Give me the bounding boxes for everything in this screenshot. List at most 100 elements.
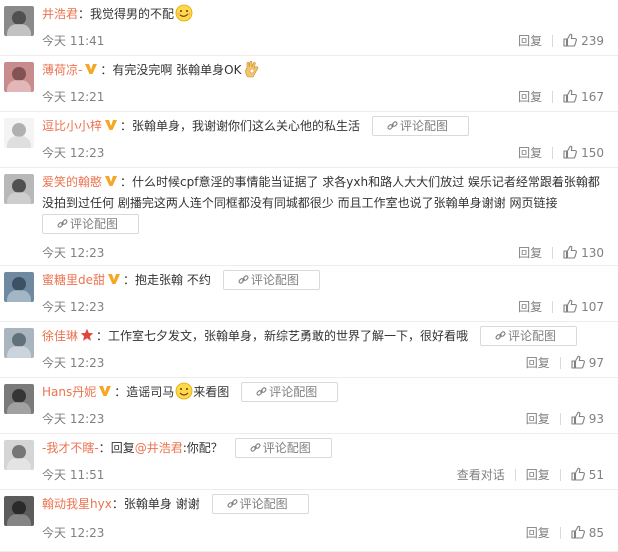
mention-link[interactable]: @井浩君 xyxy=(135,441,183,455)
vip-badge-icon xyxy=(108,274,121,284)
comment-body: Hans丹妮 ：造谣司马 来看图 评论配图 xyxy=(42,382,608,403)
like-button[interactable]: 130 xyxy=(563,245,604,260)
action-divider xyxy=(552,301,554,313)
comment-actions: 回复 93 xyxy=(526,410,604,427)
smirk-face-icon xyxy=(175,4,193,22)
avatar[interactable] xyxy=(4,118,34,148)
avatar[interactable] xyxy=(4,174,34,204)
vip-badge-icon xyxy=(105,120,118,130)
comment-picture-button[interactable]: 评论配图 xyxy=(211,494,309,514)
reply-button[interactable]: 回复 xyxy=(526,410,550,427)
comment-body: 薄荷凉- ：有完没完啊 张翰单身OK xyxy=(42,60,608,81)
like-button[interactable]: 93 xyxy=(571,411,604,426)
comment-picture-button[interactable]: 评论配图 xyxy=(234,438,332,458)
vip-badge-icon xyxy=(99,386,112,396)
like-button[interactable]: 51 xyxy=(571,467,604,482)
like-button[interactable]: 107 xyxy=(563,299,604,314)
action-divider xyxy=(552,247,554,259)
reply-button[interactable]: 回复 xyxy=(526,466,550,483)
comment-picture-button[interactable]: 评论配图 xyxy=(42,214,140,234)
action-divider xyxy=(559,469,561,481)
avatar[interactable] xyxy=(4,62,34,92)
action-divider xyxy=(552,147,554,159)
comment-body: 蜜糖里de甜 ：抱走张翰 不约 评论配图 xyxy=(42,270,608,291)
colon: ： xyxy=(120,119,133,133)
link-icon xyxy=(227,496,238,508)
comment-body: 徐佳琳 ：工作室七夕发文，张翰单身，新综艺勇敢的世界了解一下，很好看哦 评论配图 xyxy=(42,326,608,347)
avatar[interactable] xyxy=(4,384,34,414)
username[interactable]: 薄荷凉- xyxy=(42,63,82,77)
like-button[interactable]: 97 xyxy=(571,355,604,370)
comment-time: 今天 11:51 xyxy=(42,468,105,482)
ok-hand-icon xyxy=(243,60,261,78)
avatar-body xyxy=(7,458,31,470)
comment-picture-button[interactable]: 评论配图 xyxy=(222,270,320,290)
thumbs-up-icon xyxy=(563,299,578,313)
comment-item: Hans丹妮 ：造谣司马 来看图 评论配图 今天 12:23 回复 93 xyxy=(0,378,618,434)
vip-badge-icon xyxy=(85,64,98,74)
like-count: 93 xyxy=(588,412,604,426)
username[interactable]: 井浩君 xyxy=(42,7,78,21)
avatar-body xyxy=(7,290,31,302)
avatar[interactable] xyxy=(4,496,34,526)
colon: ： xyxy=(120,175,133,189)
comment-picture-button[interactable]: 评论配图 xyxy=(480,326,578,346)
avatar-body xyxy=(7,80,31,92)
avatar-head xyxy=(12,123,26,137)
like-button[interactable]: 167 xyxy=(563,89,604,104)
username[interactable]: 爱笑的翰憨 xyxy=(42,175,102,189)
avatar[interactable] xyxy=(4,328,34,358)
comment-actions: 回复 167 xyxy=(518,88,604,105)
colon: ： xyxy=(114,385,127,399)
like-count: 97 xyxy=(588,356,604,370)
username[interactable]: Hans丹妮 xyxy=(42,385,96,399)
like-button[interactable]: 85 xyxy=(571,525,604,540)
username[interactable]: -我才不瞎- xyxy=(42,441,99,455)
comment-actions: 查看对话 回复 51 xyxy=(457,466,604,483)
comment-text: 有完没完啊 张翰单身OK xyxy=(112,63,242,77)
link-icon xyxy=(250,443,261,452)
comment-body: 井浩君：我觉得男的不配 xyxy=(42,4,608,25)
thumbs-up-icon xyxy=(563,145,578,159)
comment-text: 造谣司马 xyxy=(126,385,175,399)
comment-text-tail: 来看图 xyxy=(193,385,230,399)
comment-picture-label: 评论配图 xyxy=(400,119,449,133)
view-conversation-link[interactable]: 查看对话 xyxy=(457,466,505,483)
colon: ： xyxy=(111,497,124,511)
username[interactable]: 逗比小小梓 xyxy=(42,119,102,133)
reply-button[interactable]: 回复 xyxy=(526,354,550,371)
vip-badge-icon xyxy=(84,62,98,76)
username[interactable]: 翰动我星hyx xyxy=(42,497,112,511)
vip-badge-icon xyxy=(98,384,112,398)
username[interactable]: 蜜糖里de甜 xyxy=(42,273,105,287)
reply-button[interactable]: 回复 xyxy=(526,524,550,541)
avatar[interactable] xyxy=(4,272,34,302)
smile-face-icon xyxy=(175,382,193,400)
like-count: 239 xyxy=(581,34,604,48)
like-button[interactable]: 150 xyxy=(563,145,604,160)
reply-button[interactable]: 回复 xyxy=(518,32,542,49)
comment-body: 逗比小小梓 ：张翰单身，我谢谢你们这么关心他的私生活 评论配图 xyxy=(42,116,608,137)
link-icon xyxy=(256,387,267,396)
reply-button[interactable]: 回复 xyxy=(518,144,542,161)
comment-actions: 回复 85 xyxy=(526,524,604,541)
link-icon xyxy=(238,272,249,284)
thumbs-up-icon xyxy=(571,525,585,539)
comment-text: 我觉得男的不配 xyxy=(90,7,175,21)
like-button[interactable]: 239 xyxy=(563,33,604,48)
username[interactable]: 徐佳琳 xyxy=(42,329,78,343)
reply-button[interactable]: 回复 xyxy=(518,298,542,315)
comment-body: 爱笑的翰憨 ：什么时候cpf意淫的事情能当证据了 求各yxh和路人大大们放过 娱乐… xyxy=(42,172,608,235)
comment-picture-button[interactable]: 评论配图 xyxy=(241,382,339,402)
smirk-face-icon xyxy=(175,4,193,22)
like-count: 107 xyxy=(581,300,604,314)
comment-item: 井浩君：我觉得男的不配 今天 11:41 回复 239 xyxy=(0,0,618,56)
comment-picture-button[interactable]: 评论配图 xyxy=(372,116,470,136)
comment-item: 逗比小小梓 ：张翰单身，我谢谢你们这么关心他的私生活 评论配图 今天 12:23 回复 1… xyxy=(0,112,618,168)
reply-button[interactable]: 回复 xyxy=(518,244,542,261)
link-icon xyxy=(387,118,398,130)
reply-button[interactable]: 回复 xyxy=(518,88,542,105)
link-icon xyxy=(57,216,68,228)
avatar[interactable] xyxy=(4,6,34,36)
avatar[interactable] xyxy=(4,440,34,470)
